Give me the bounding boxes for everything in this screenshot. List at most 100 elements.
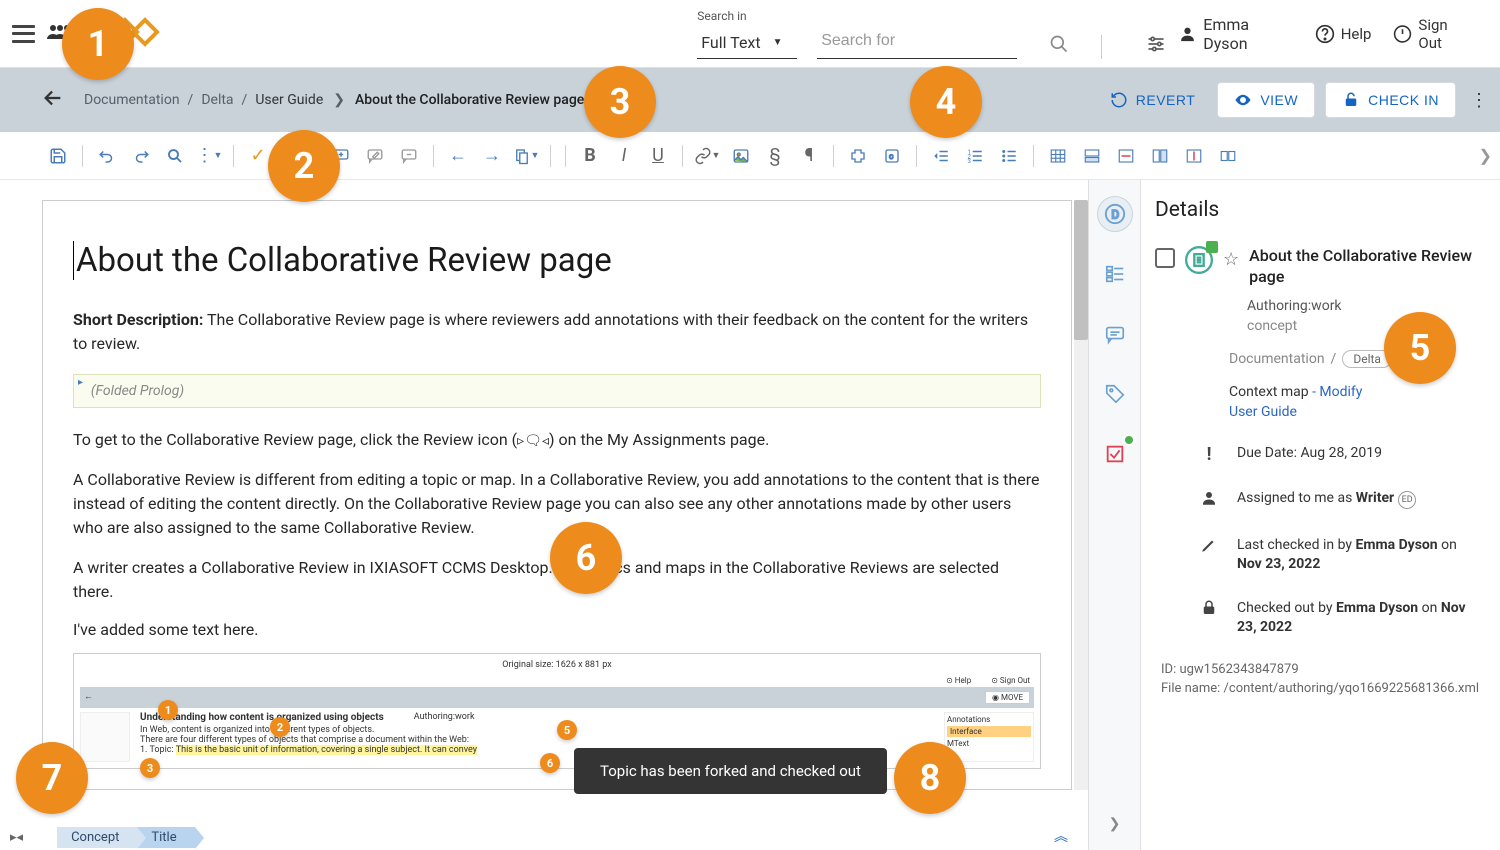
italic-icon[interactable]: I bbox=[608, 140, 640, 172]
detail-title-row: ☆ About the Collaborative Review page bbox=[1155, 246, 1482, 288]
document-title[interactable]: About the Collaborative Review page bbox=[73, 241, 1041, 280]
details-heading: Details bbox=[1155, 198, 1482, 222]
pilcrow-icon[interactable]: ¶ bbox=[793, 140, 825, 172]
comment-edit-icon[interactable] bbox=[359, 140, 391, 172]
goto-top-icon[interactable]: ︽ bbox=[1054, 826, 1068, 846]
breadcrumb-seg2[interactable]: Delta bbox=[201, 92, 233, 108]
context-map-row: Context map - Modify bbox=[1229, 384, 1482, 400]
more-vert-icon[interactable]: ⋮ bbox=[1470, 90, 1488, 111]
search-in-select[interactable]: Full Text ▼ bbox=[697, 27, 797, 59]
checkin-row: Last checked in by Emma Dyson onNov 23, … bbox=[1155, 536, 1482, 575]
callout-6: 6 bbox=[550, 522, 622, 594]
callout-s2: 2 bbox=[270, 717, 290, 737]
arrow-right-icon[interactable]: → bbox=[476, 140, 508, 172]
bullet-list-icon[interactable] bbox=[993, 140, 1025, 172]
help-label: Help bbox=[1341, 25, 1372, 43]
paragraph-1[interactable]: To get to the Collaborative Review page,… bbox=[73, 428, 1041, 452]
find-icon[interactable] bbox=[159, 140, 191, 172]
save-icon[interactable] bbox=[42, 140, 74, 172]
merge-icon[interactable] bbox=[1212, 140, 1244, 172]
more-actions-icon[interactable]: ⋮ ▼ bbox=[193, 140, 225, 172]
delete-col-icon[interactable] bbox=[1178, 140, 1210, 172]
breadcrumb-toggle-icon[interactable]: ▸◂ bbox=[10, 830, 23, 845]
tune-icon[interactable] bbox=[1146, 34, 1166, 59]
bold-icon[interactable]: B bbox=[574, 140, 606, 172]
toolbar-overflow-icon[interactable]: ❯ bbox=[1479, 146, 1492, 165]
back-arrow-icon[interactable] bbox=[42, 87, 64, 114]
svg-text:c: c bbox=[889, 152, 894, 162]
delete-row-icon[interactable] bbox=[1110, 140, 1142, 172]
arrow-left-icon[interactable]: ← bbox=[442, 140, 474, 172]
user-block[interactable]: Emma Dyson bbox=[1178, 15, 1292, 53]
callout-s6: 6 bbox=[540, 753, 560, 773]
chevron-down-icon: ▼ bbox=[773, 37, 783, 48]
undo-icon[interactable] bbox=[91, 140, 123, 172]
image-icon[interactable] bbox=[725, 140, 757, 172]
help-button[interactable]: Help bbox=[1315, 24, 1372, 44]
ordered-list-icon[interactable]: 123 bbox=[959, 140, 991, 172]
search-for-input[interactable] bbox=[817, 24, 1017, 59]
revert-button[interactable]: REVERT bbox=[1098, 83, 1208, 117]
insert-row-icon[interactable] bbox=[1076, 140, 1108, 172]
short-description[interactable]: Short Description: The Collaborative Rev… bbox=[73, 308, 1041, 356]
scroll-thumb[interactable] bbox=[1074, 200, 1088, 340]
details-tab-icon[interactable]: D bbox=[1097, 196, 1133, 232]
callout-8: 8 bbox=[894, 742, 966, 814]
detail-id: ID: ugw1562343847879 bbox=[1155, 662, 1482, 677]
right-rail-tabs: D ❯ bbox=[1088, 180, 1140, 850]
callout-7: 7 bbox=[16, 742, 88, 814]
user-guide-link[interactable]: User Guide bbox=[1229, 404, 1482, 420]
pencil-icon bbox=[1199, 536, 1219, 559]
insert-col-icon[interactable] bbox=[1144, 140, 1176, 172]
embedded-sidebar bbox=[80, 712, 130, 762]
embedded-size-label: Original size: 1626 x 881 px bbox=[80, 660, 1034, 670]
chevron-right-icon: ❯ bbox=[333, 92, 345, 108]
comment-remove-icon[interactable] bbox=[393, 140, 425, 172]
callout-s3: 3 bbox=[140, 758, 160, 778]
collapse-panel-icon[interactable]: ❯ bbox=[1109, 816, 1121, 832]
search-in-label: Search in bbox=[697, 9, 797, 23]
plugin-icon[interactable] bbox=[842, 140, 874, 172]
breadcrumb-seg3[interactable]: User Guide bbox=[255, 92, 323, 108]
favorite-star-icon[interactable]: ☆ bbox=[1223, 249, 1239, 270]
priority-icon: ! bbox=[1199, 444, 1219, 465]
comments-tab-icon[interactable] bbox=[1097, 316, 1133, 352]
signout-button[interactable]: Sign Out bbox=[1393, 16, 1472, 52]
editor-scrollbar[interactable] bbox=[1074, 200, 1088, 790]
breadcrumb-seg1[interactable]: Documentation bbox=[84, 92, 180, 108]
tags-tab-icon[interactable] bbox=[1097, 376, 1133, 412]
embedded-image[interactable]: Original size: 1626 x 881 px ⊙ Help⊙ Sig… bbox=[73, 653, 1041, 769]
outdent-icon[interactable] bbox=[925, 140, 957, 172]
validation-tab-icon[interactable] bbox=[1097, 436, 1133, 472]
view-button[interactable]: VIEW bbox=[1217, 82, 1315, 118]
redo-icon[interactable] bbox=[125, 140, 157, 172]
callout-2: 2 bbox=[268, 130, 340, 202]
action-buttons: REVERT VIEW CHECK IN ⋮ bbox=[1098, 82, 1488, 118]
element-breadcrumb: ▸◂ Concept Title bbox=[10, 827, 195, 848]
outline-tab-icon[interactable] bbox=[1097, 256, 1133, 292]
callout-1: 1 bbox=[62, 8, 134, 80]
select-checkbox[interactable] bbox=[1155, 248, 1175, 268]
assigned-row: Assigned to me as WriterED bbox=[1155, 489, 1482, 512]
transform-icon[interactable]: c bbox=[876, 140, 908, 172]
table-icon[interactable] bbox=[1042, 140, 1074, 172]
paragraph-2[interactable]: A Collaborative Review is different from… bbox=[73, 468, 1041, 540]
callout-3: 3 bbox=[584, 66, 656, 138]
search-icon[interactable] bbox=[1049, 34, 1069, 59]
person-icon bbox=[1199, 489, 1219, 512]
ed-badge-icon: ED bbox=[1398, 491, 1416, 509]
checkin-button[interactable]: CHECK IN bbox=[1325, 82, 1456, 118]
modify-link[interactable]: - Modify bbox=[1312, 384, 1362, 400]
menu-icon[interactable] bbox=[12, 25, 35, 43]
editor-frame[interactable]: About the Collaborative Review page Shor… bbox=[42, 200, 1072, 790]
paragraph-4[interactable]: I've added some text here. bbox=[73, 620, 1041, 639]
folded-prolog[interactable]: (Folded Prolog) bbox=[73, 374, 1041, 408]
callout-s5: 5 bbox=[557, 720, 577, 740]
callout-4: 4 bbox=[910, 66, 982, 138]
paste-icon[interactable]: ▼ bbox=[510, 140, 542, 172]
link-icon[interactable]: ▼ bbox=[691, 140, 723, 172]
underline-icon[interactable]: U bbox=[642, 140, 674, 172]
editor-toolbar: ⋮ ▼ ✓ ✕ ← → ▼ B I U ▼ § ¶ c 123 ❯ bbox=[0, 132, 1500, 180]
section-icon[interactable]: § bbox=[759, 140, 791, 172]
breadcrumb-concept[interactable]: Concept bbox=[57, 827, 137, 848]
